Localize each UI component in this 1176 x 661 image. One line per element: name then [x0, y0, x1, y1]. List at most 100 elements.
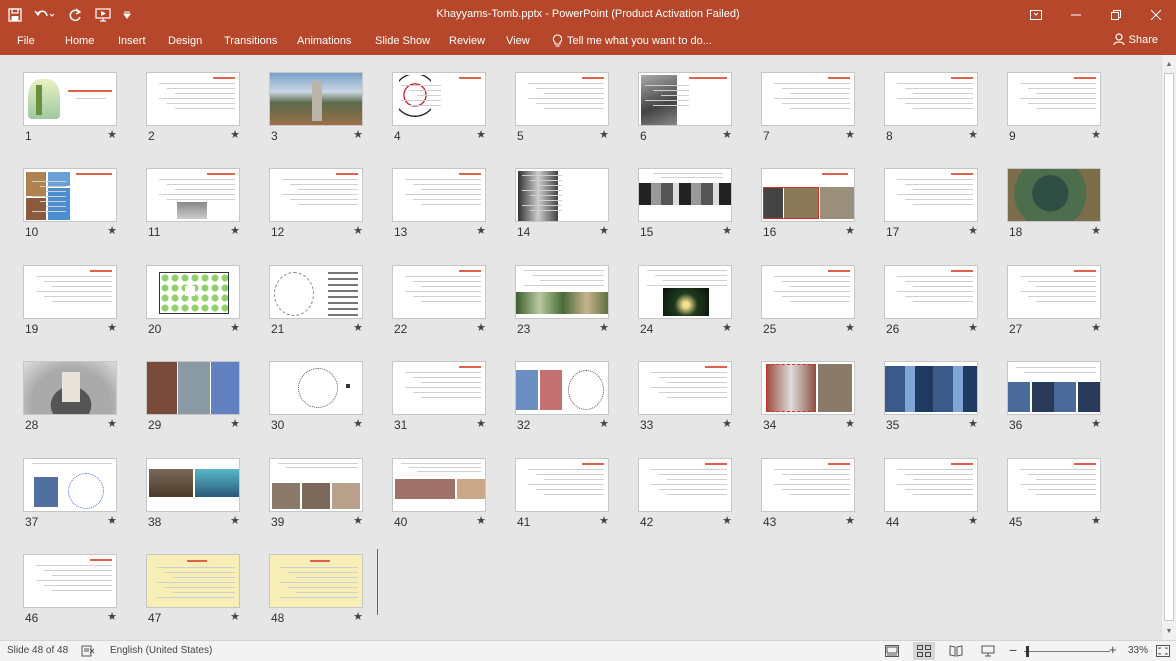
animation-star-icon[interactable]: ★ — [230, 417, 240, 430]
slide-thumbnail[interactable] — [269, 72, 363, 126]
slide-thumbnail-item[interactable]: 42 ★ — [638, 458, 732, 542]
animation-star-icon[interactable]: ★ — [968, 128, 978, 141]
slide-thumbnail[interactable] — [146, 458, 240, 512]
slide-thumbnail[interactable] — [392, 361, 486, 415]
tab-review[interactable]: Review — [449, 35, 485, 47]
slide-thumbnail-item[interactable]: 40 ★ — [392, 458, 486, 542]
animation-star-icon[interactable]: ★ — [599, 514, 609, 527]
normal-view-icon[interactable] — [881, 642, 903, 660]
slide-thumbnail[interactable] — [146, 361, 240, 415]
animation-star-icon[interactable]: ★ — [230, 128, 240, 141]
slide-thumbnail[interactable] — [884, 361, 978, 415]
slide-thumbnail[interactable] — [638, 168, 732, 222]
animation-star-icon[interactable]: ★ — [845, 321, 855, 334]
slide-thumbnail[interactable] — [23, 361, 117, 415]
slide-thumbnail-item[interactable]: 44 ★ — [884, 458, 978, 542]
slide-thumbnail-item[interactable]: 13 ★ — [392, 168, 486, 252]
zoom-slider-thumb[interactable] — [1026, 646, 1029, 657]
animation-star-icon[interactable]: ★ — [1091, 514, 1101, 527]
slide-thumbnail[interactable] — [23, 458, 117, 512]
animation-star-icon[interactable]: ★ — [599, 128, 609, 141]
animation-star-icon[interactable]: ★ — [722, 128, 732, 141]
animation-star-icon[interactable]: ★ — [107, 224, 117, 237]
animation-star-icon[interactable]: ★ — [722, 514, 732, 527]
slide-thumbnail[interactable] — [146, 168, 240, 222]
language[interactable]: English (United States) — [110, 645, 212, 656]
slide-thumbnail-item[interactable]: 5 ★ — [515, 72, 609, 156]
slide-thumbnail[interactable] — [1007, 265, 1101, 319]
slide-thumbnail[interactable] — [515, 458, 609, 512]
animation-star-icon[interactable]: ★ — [476, 128, 486, 141]
slide-thumbnail-item[interactable]: 2 ★ — [146, 72, 240, 156]
animation-star-icon[interactable]: ★ — [722, 417, 732, 430]
slide-thumbnail[interactable] — [761, 168, 855, 222]
maximize-icon[interactable] — [1096, 0, 1136, 30]
slide-thumbnail[interactable] — [638, 72, 732, 126]
tab-transitions[interactable]: Transitions — [224, 35, 277, 47]
slide-thumbnail[interactable] — [761, 458, 855, 512]
slide-thumbnail[interactable] — [392, 458, 486, 512]
slide-thumbnail-item[interactable]: 27 ★ — [1007, 265, 1101, 349]
animation-star-icon[interactable]: ★ — [107, 128, 117, 141]
animation-star-icon[interactable]: ★ — [107, 417, 117, 430]
tab-slide-show[interactable]: Slide Show — [375, 35, 430, 47]
slide-thumbnail-item[interactable]: 4 ★ — [392, 72, 486, 156]
zoom-in-button[interactable]: + — [1109, 642, 1117, 657]
animation-star-icon[interactable]: ★ — [353, 610, 363, 623]
slide-thumbnail-item[interactable]: 11 ★ — [146, 168, 240, 252]
slide-thumbnail-item[interactable]: 7 ★ — [761, 72, 855, 156]
slide-thumbnail-item[interactable]: 30 ★ — [269, 361, 363, 445]
animation-star-icon[interactable]: ★ — [476, 321, 486, 334]
tell-me-search[interactable]: Tell me what you want to do... — [552, 34, 712, 48]
ribbon-display-options-icon[interactable] — [1016, 0, 1056, 30]
animation-star-icon[interactable]: ★ — [845, 128, 855, 141]
animation-star-icon[interactable]: ★ — [353, 417, 363, 430]
slide-thumbnail-item[interactable]: 33 ★ — [638, 361, 732, 445]
share-button[interactable]: Share — [1113, 33, 1158, 46]
animation-star-icon[interactable]: ★ — [968, 417, 978, 430]
tab-animations[interactable]: Animations — [297, 35, 351, 47]
slide-thumbnail[interactable] — [23, 265, 117, 319]
animation-star-icon[interactable]: ★ — [230, 321, 240, 334]
slide-thumbnail-item[interactable]: 22 ★ — [392, 265, 486, 349]
zoom-level[interactable]: 33% — [1128, 645, 1148, 656]
slide-sorter-view-icon[interactable] — [913, 642, 935, 660]
animation-star-icon[interactable]: ★ — [476, 514, 486, 527]
slide-thumbnail[interactable] — [515, 72, 609, 126]
zoom-out-button[interactable]: − — [1009, 642, 1017, 658]
slide-thumbnail-item[interactable]: 6 ★ — [638, 72, 732, 156]
slide-thumbnail-item[interactable]: 28 ★ — [23, 361, 117, 445]
animation-star-icon[interactable]: ★ — [353, 128, 363, 141]
slide-thumbnail-item[interactable]: 26 ★ — [884, 265, 978, 349]
animation-star-icon[interactable]: ★ — [476, 417, 486, 430]
slide-thumbnail[interactable] — [884, 168, 978, 222]
tab-file[interactable]: File — [17, 35, 35, 47]
animation-star-icon[interactable]: ★ — [845, 514, 855, 527]
slide-thumbnail-item[interactable]: 3 ★ — [269, 72, 363, 156]
spelling-check-icon[interactable] — [80, 644, 96, 658]
slide-thumbnail[interactable] — [269, 168, 363, 222]
animation-star-icon[interactable]: ★ — [599, 417, 609, 430]
animation-star-icon[interactable]: ★ — [230, 610, 240, 623]
slide-thumbnail-item[interactable]: 45 ★ — [1007, 458, 1101, 542]
slide-thumbnail-item[interactable]: 34 ★ — [761, 361, 855, 445]
slide-thumbnail-item[interactable]: 29 ★ — [146, 361, 240, 445]
slide-thumbnail[interactable] — [761, 361, 855, 415]
slide-thumbnail[interactable] — [23, 72, 117, 126]
slide-thumbnail-item[interactable]: 35 ★ — [884, 361, 978, 445]
animation-star-icon[interactable]: ★ — [845, 417, 855, 430]
slide-thumbnail[interactable] — [146, 72, 240, 126]
slide-thumbnail-item[interactable]: 32 ★ — [515, 361, 609, 445]
slide-show-view-icon[interactable] — [977, 642, 999, 660]
slide-thumbnail-item[interactable]: 8 ★ — [884, 72, 978, 156]
slide-thumbnail-item[interactable]: 23 ★ — [515, 265, 609, 349]
slide-thumbnail-item[interactable]: 46 ★ — [23, 554, 117, 638]
slide-thumbnail-item[interactable]: 24 ★ — [638, 265, 732, 349]
animation-star-icon[interactable]: ★ — [230, 514, 240, 527]
tab-insert[interactable]: Insert — [118, 35, 146, 47]
minimize-icon[interactable] — [1056, 0, 1096, 30]
slide-thumbnail[interactable] — [269, 361, 363, 415]
fit-slide-icon[interactable] — [1155, 644, 1171, 658]
slide-thumbnail[interactable] — [761, 72, 855, 126]
scroll-down-icon[interactable]: ▼ — [1162, 624, 1176, 638]
